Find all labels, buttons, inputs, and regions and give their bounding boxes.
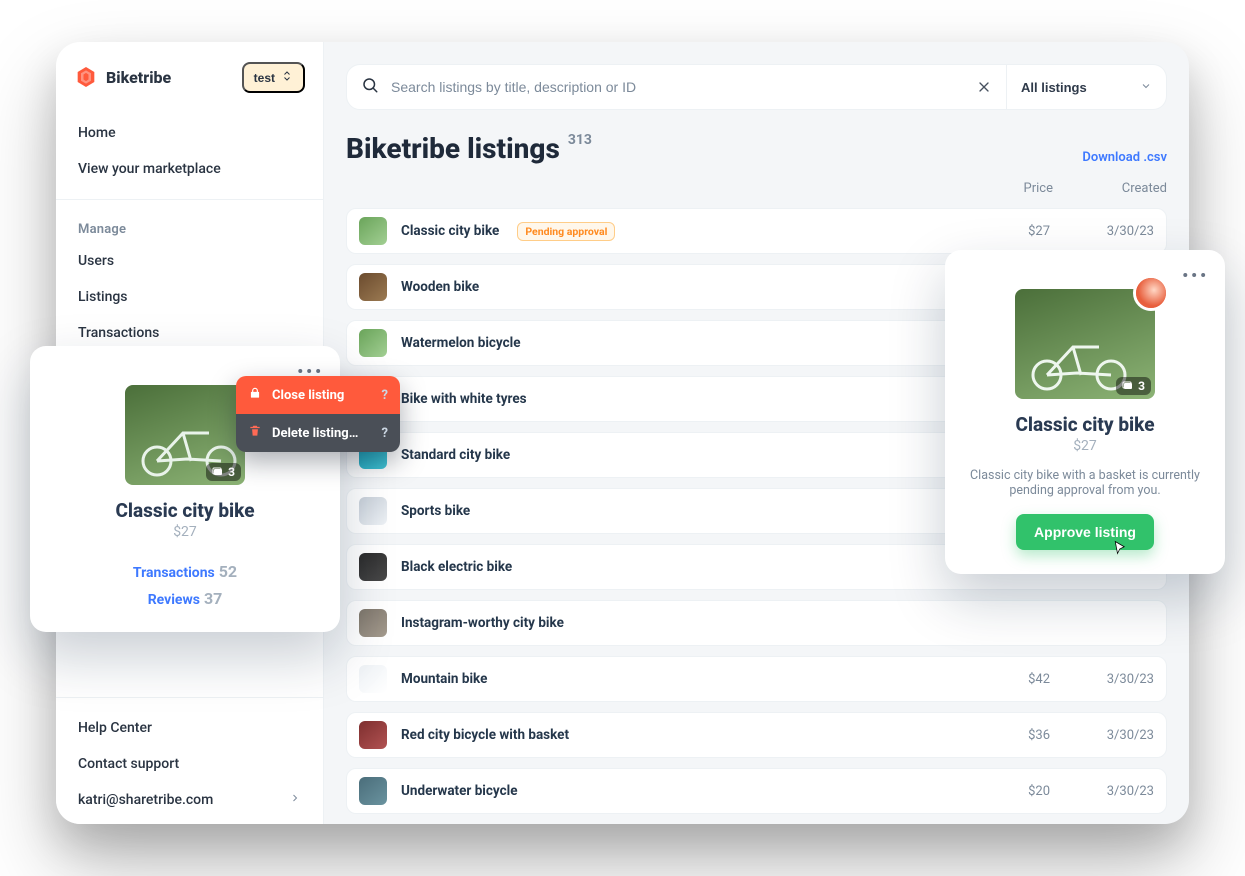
- sidebar-item[interactable]: Listings: [56, 279, 323, 315]
- photo-count-badge: 3: [1116, 377, 1151, 395]
- swap-icon: [281, 70, 293, 85]
- reviews-link[interactable]: Reviews: [148, 592, 200, 608]
- delete-listing-action[interactable]: Delete listing… ?: [236, 414, 400, 452]
- listing-title: Black electric bike: [401, 559, 512, 575]
- approve-listing-button[interactable]: Approve listing: [1016, 514, 1154, 550]
- listing-actions-popover: Close listing ? Delete listing… ?: [236, 376, 400, 452]
- listing-thumbnail: [359, 721, 387, 749]
- col-price: Price: [989, 181, 1053, 196]
- table-row[interactable]: Classic city bike Pending approval $27 3/30…: [346, 208, 1167, 254]
- listing-title: Bike with white tyres: [401, 391, 527, 407]
- search-clear[interactable]: [976, 79, 992, 95]
- listing-price: $42: [986, 672, 1050, 687]
- sidebar-item[interactable]: Users: [56, 243, 323, 279]
- listing-title: Classic city bike: [401, 223, 499, 239]
- sidebar-item-label: Help Center: [78, 720, 152, 736]
- listing-thumbnail: [359, 497, 387, 525]
- listing-price: $27: [961, 438, 1209, 454]
- owner-avatar: [1133, 275, 1169, 311]
- sidebar-item[interactable]: Contact support: [56, 746, 323, 782]
- listing-created: 3/30/23: [1064, 728, 1154, 743]
- search-input[interactable]: [389, 78, 966, 96]
- sidebar-item-label: Transactions: [78, 325, 159, 341]
- listing-title: Sports bike: [401, 503, 470, 519]
- page-title: Biketribe listings: [346, 132, 560, 165]
- sidebar-item[interactable]: Help Center: [56, 710, 323, 746]
- help-icon[interactable]: ?: [382, 388, 388, 403]
- brand: Biketribe: [76, 67, 171, 89]
- photo-count-badge: 3: [206, 463, 241, 481]
- search-icon: [361, 76, 379, 98]
- chevron-right-icon: [289, 792, 301, 808]
- trash-icon: [248, 424, 262, 442]
- listing-title: Mountain bike: [401, 671, 487, 687]
- env-badge[interactable]: test: [242, 62, 305, 93]
- listing-title: Classic city bike: [46, 499, 324, 522]
- sidebar-item-label: Home: [78, 125, 116, 141]
- help-icon[interactable]: ?: [382, 426, 388, 441]
- brand-name: Biketribe: [106, 68, 171, 87]
- sidebar-item-label: Users: [78, 253, 114, 269]
- sidebar-item-label: Contact support: [78, 756, 179, 772]
- listing-price: $20: [986, 784, 1050, 799]
- transactions-link[interactable]: Transactions: [133, 565, 215, 581]
- sidebar-item-label: Listings: [78, 289, 128, 305]
- listing-created: 3/30/23: [1064, 672, 1154, 687]
- listing-filter[interactable]: All listings: [1007, 64, 1167, 110]
- table-header: Price Created: [324, 169, 1189, 202]
- listing-thumbnail: [359, 273, 387, 301]
- sidebar-section-manage: Manage: [78, 222, 301, 237]
- listing-thumbnail: [359, 217, 387, 245]
- status-badge: Pending approval: [517, 222, 615, 241]
- col-created: Created: [1077, 181, 1167, 196]
- listing-photo: 3: [1015, 289, 1155, 399]
- table-row[interactable]: Mountain bike $42 3/30/23: [346, 656, 1167, 702]
- listing-thumbnail: [359, 553, 387, 581]
- listing-thumbnail: [359, 329, 387, 357]
- sidebar-item[interactable]: View your marketplace: [56, 151, 323, 187]
- listing-title: Red city bicycle with basket: [401, 727, 569, 743]
- sidebar-item-label: View your marketplace: [78, 161, 221, 177]
- listing-price: $36: [986, 728, 1050, 743]
- sidebar-item-label: katri@sharetribe.com: [78, 792, 213, 808]
- transactions-count: 52: [219, 562, 237, 581]
- listing-title: Underwater bicycle: [401, 783, 518, 799]
- approve-listing-card: ••• 3 Classic city bike $27 Classic city…: [945, 250, 1225, 574]
- listing-title: Instagram-worthy city bike: [401, 615, 564, 631]
- listing-title: Standard city bike: [401, 447, 510, 463]
- listing-price: $27: [986, 224, 1050, 239]
- listing-title: Watermelon bicycle: [401, 335, 521, 351]
- search-box[interactable]: [346, 64, 1007, 110]
- listing-title: Wooden bike: [401, 279, 479, 295]
- listing-filter-label: All listings: [1021, 80, 1087, 95]
- lock-icon: [248, 386, 262, 404]
- listing-title: Classic city bike: [961, 413, 1209, 436]
- listing-thumbnail: [359, 777, 387, 805]
- more-icon[interactable]: •••: [961, 266, 1209, 285]
- listing-thumbnail: [359, 665, 387, 693]
- listing-price: $27: [46, 524, 324, 540]
- env-badge-label: test: [254, 71, 275, 85]
- cursor-icon: [1110, 540, 1128, 558]
- sidebar-item[interactable]: katri@sharetribe.com: [56, 782, 323, 818]
- table-row[interactable]: Red city bicycle with basket $36 3/30/23: [346, 712, 1167, 758]
- listing-thumbnail: [359, 609, 387, 637]
- listing-photo: 3: [125, 385, 245, 485]
- chevron-down-icon: [1140, 80, 1152, 95]
- close-listing-action[interactable]: Close listing ?: [236, 376, 400, 414]
- reviews-count: 37: [204, 589, 222, 608]
- listing-description: Classic city bike with a basket is curre…: [961, 468, 1209, 498]
- listing-created: 3/30/23: [1064, 224, 1154, 239]
- sidebar-item[interactable]: Home: [56, 115, 323, 151]
- table-row[interactable]: Underwater bicycle $20 3/30/23: [346, 768, 1167, 814]
- table-row[interactable]: Instagram-worthy city bike: [346, 600, 1167, 646]
- listing-created: 3/30/23: [1064, 784, 1154, 799]
- listing-count: 313: [568, 132, 592, 148]
- brand-logo-icon: [76, 67, 96, 89]
- download-csv-link[interactable]: Download .csv: [1082, 150, 1167, 165]
